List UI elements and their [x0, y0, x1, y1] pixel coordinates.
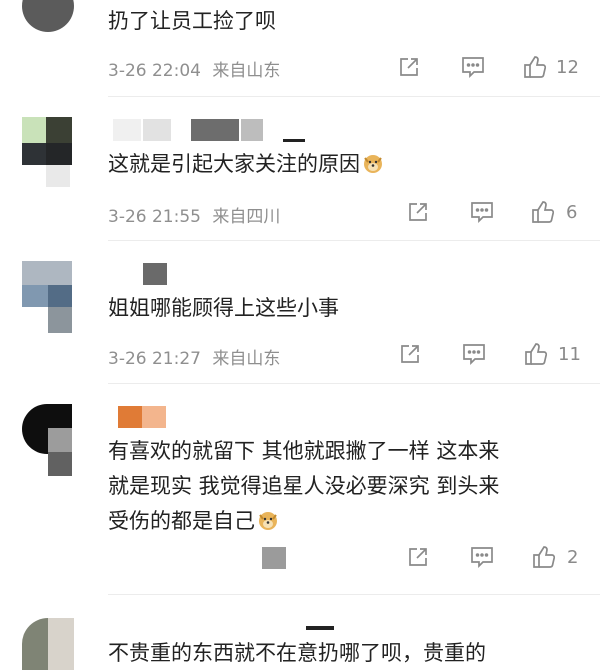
like-button[interactable]: 11 — [523, 341, 581, 367]
avatar[interactable] — [22, 618, 74, 670]
repost-icon — [409, 548, 427, 566]
comment-icon — [471, 202, 493, 224]
comment-time: 3-26 21:27 — [108, 349, 201, 369]
repost-icon — [409, 203, 427, 221]
divider — [108, 96, 600, 97]
avatar[interactable] — [22, 404, 74, 476]
like-button[interactable]: 6 — [530, 199, 577, 225]
comment-icon — [462, 57, 484, 79]
comment-text: 扔了让员工捡了呗 — [108, 9, 276, 33]
repost-icon — [401, 345, 419, 363]
comment-icon — [471, 547, 493, 569]
comment-time: 3-26 21:55 — [108, 207, 201, 227]
comment-meta: 3-26 21:27 来自山东 — [108, 344, 280, 369]
avatar[interactable] — [22, 261, 74, 333]
comment-button[interactable] — [469, 200, 495, 224]
comment-meta: 3-26 21:55 来自四川 — [108, 202, 280, 227]
avatar[interactable] — [22, 0, 74, 32]
like-icon — [524, 56, 547, 78]
comment-button[interactable] — [469, 545, 495, 569]
divider — [108, 240, 600, 241]
repost-button[interactable] — [397, 55, 421, 79]
username-redacted[interactable] — [118, 406, 178, 428]
doge-emoji-icon — [362, 150, 384, 173]
repost-button[interactable] — [398, 342, 422, 366]
like-button[interactable]: 2 — [531, 544, 578, 570]
repost-button[interactable] — [406, 545, 430, 569]
like-count: 11 — [558, 343, 581, 365]
divider — [108, 594, 600, 595]
avatar[interactable] — [22, 117, 74, 187]
repost-button[interactable] — [406, 200, 430, 224]
comment-time: 3-26 22:04 — [108, 61, 201, 81]
doge-emoji-icon — [257, 507, 279, 530]
comment-text: 姐姐哪能顾得上这些小事 — [108, 296, 339, 320]
metadata-redacted — [262, 547, 286, 569]
comment-location: 来自山东 — [212, 61, 281, 81]
like-icon — [532, 201, 555, 223]
repost-icon — [400, 58, 418, 76]
comment-text: 有喜欢的就留下 其他就跟撇了一样 这本来 就是现实 我觉得追星人没必要深究 到头… — [108, 439, 500, 533]
like-button[interactable]: 12 — [522, 54, 579, 80]
like-icon — [525, 343, 548, 365]
comment-text: 这就是引起大家关注的原因 — [108, 147, 580, 182]
username-redacted[interactable] — [143, 263, 169, 285]
redaction-mark — [306, 626, 334, 630]
comment-icon — [463, 344, 485, 366]
like-count: 6 — [566, 201, 578, 223]
like-count: 2 — [567, 546, 579, 568]
like-count: 12 — [556, 56, 579, 78]
divider — [108, 383, 600, 384]
comment-location: 来自山东 — [212, 349, 281, 369]
comment-meta: 3-26 22:04 来自山东 — [108, 56, 280, 81]
like-icon — [533, 546, 556, 568]
comment-text: 不贵重的东西就不在意扔哪了呗，贵重的 — [108, 641, 486, 665]
username-redacted[interactable] — [113, 119, 305, 142]
comment-button[interactable] — [461, 342, 487, 366]
comment-location: 来自四川 — [212, 207, 281, 227]
comment-button[interactable] — [460, 55, 486, 79]
